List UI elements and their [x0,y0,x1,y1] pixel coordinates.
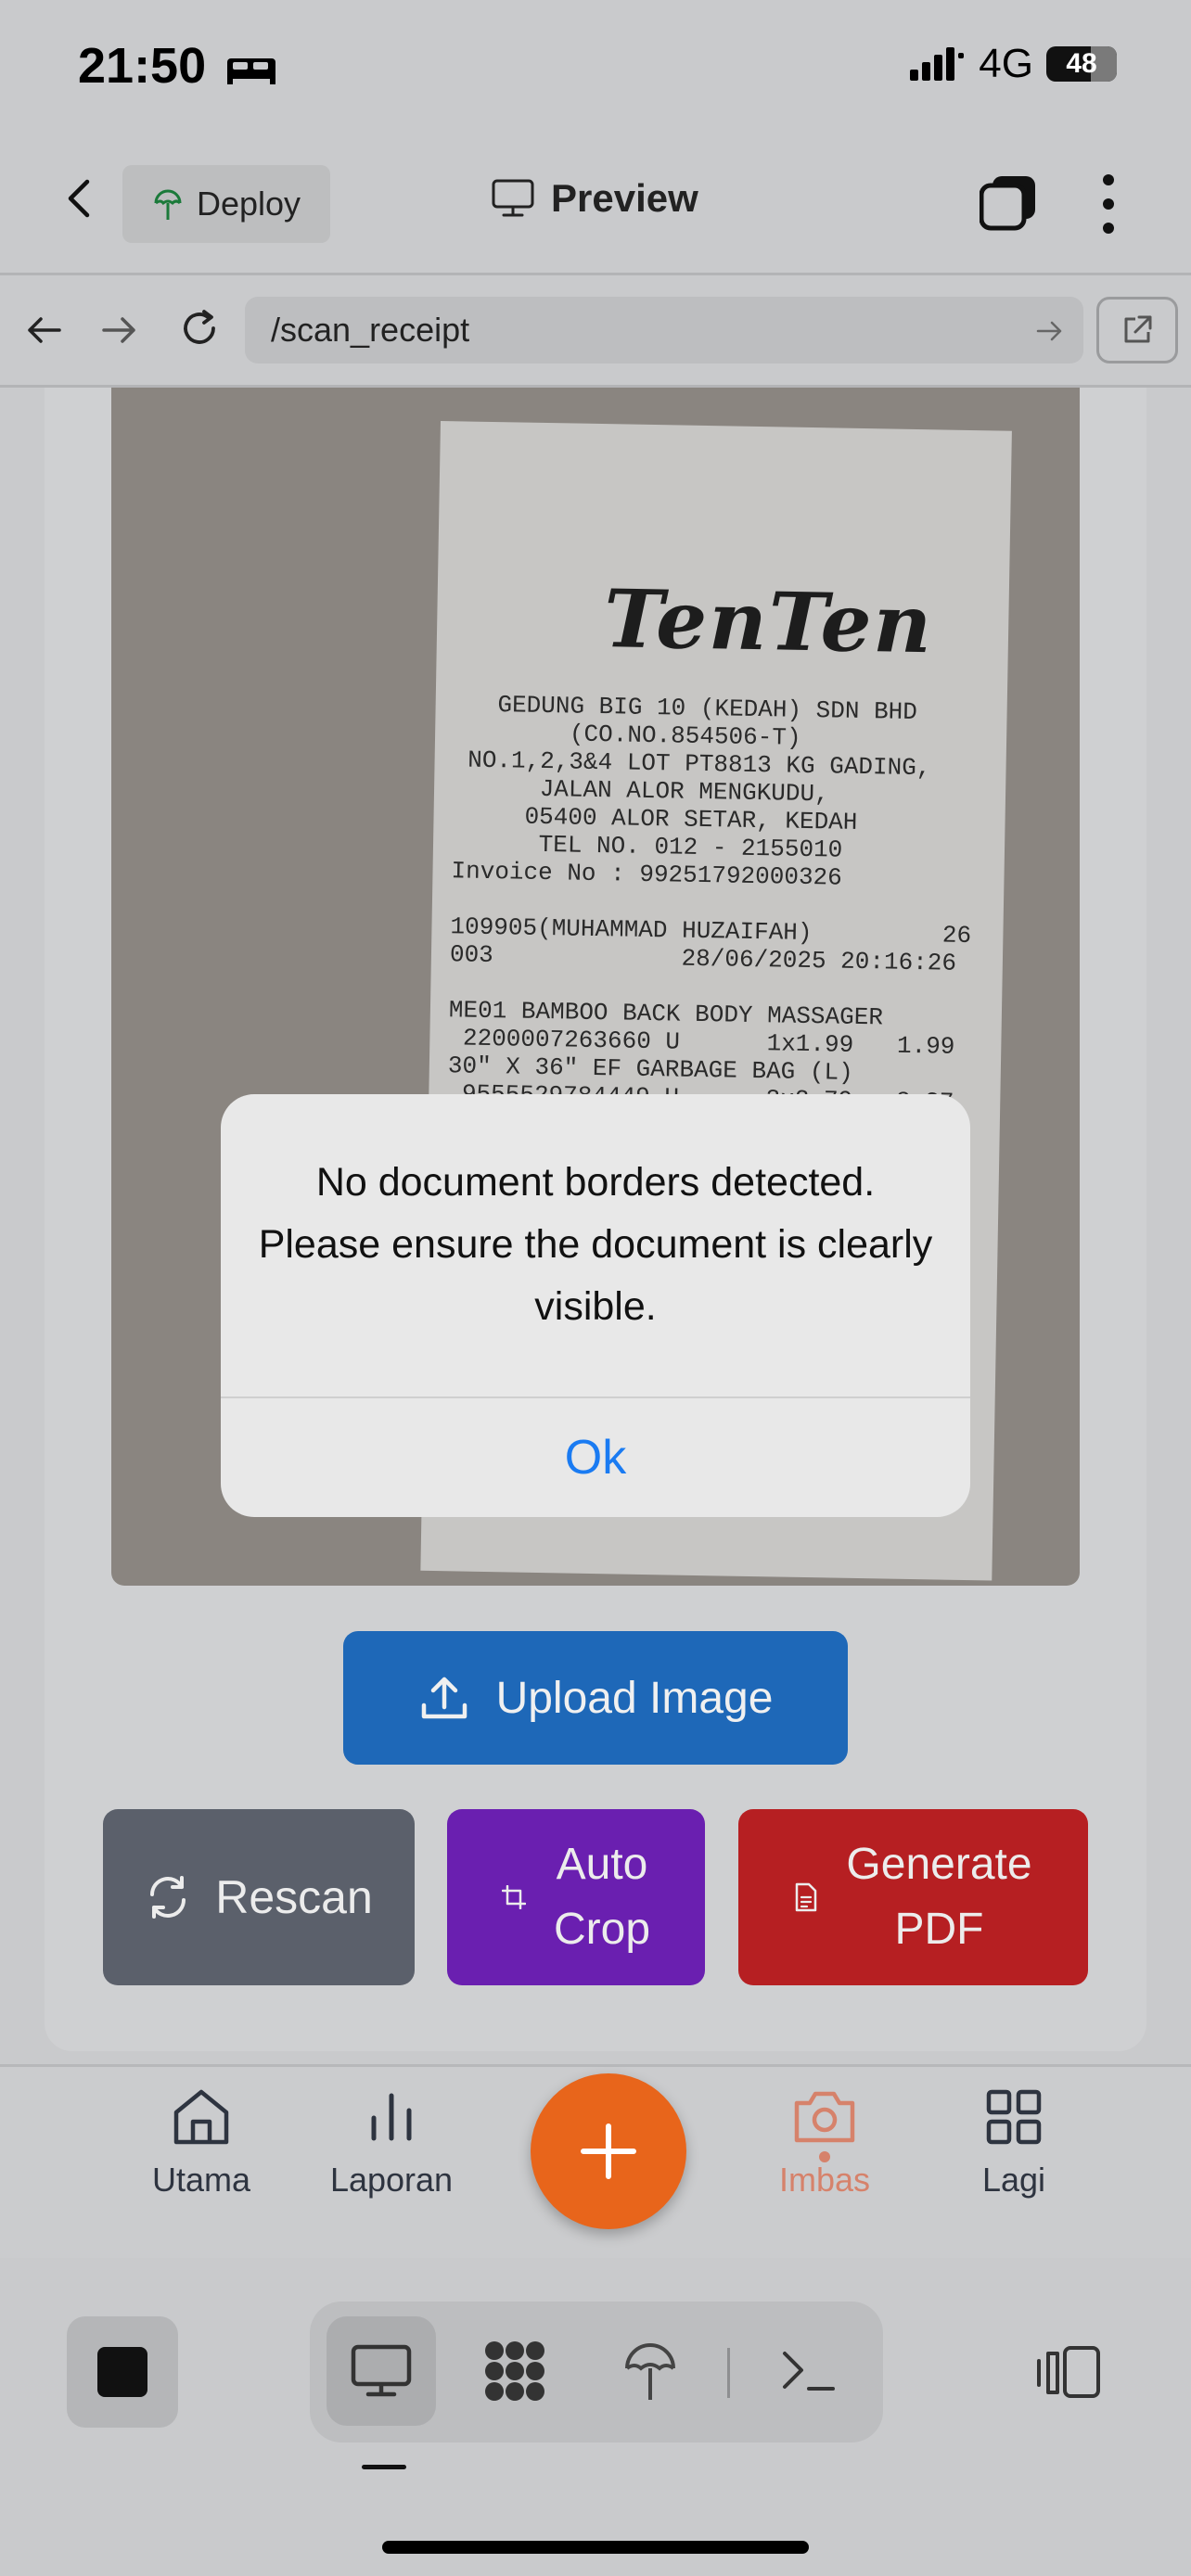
camera-icon [794,2091,855,2143]
receipt-logo: TenTen [603,572,934,672]
sleep-focus-icon [227,57,276,84]
deploy-label: Deploy [197,185,301,223]
dev-view-switcher [310,2302,883,2442]
selected-view-underline [362,2465,406,2469]
home-indicator [382,2541,809,2554]
status-indicators: 4G 48 [910,41,1117,87]
crop-icon [501,1885,526,1909]
upload-image-button[interactable]: Upload Image [343,1631,848,1765]
arrow-left-icon[interactable] [24,310,65,351]
side-panel-icon[interactable] [1035,2344,1102,2400]
url-field[interactable]: /scan_receipt [245,297,1083,363]
more-vertical-icon[interactable] [1095,172,1122,236]
generate-pdf-line1: Generate [846,1840,1032,1889]
back-chevron-icon[interactable] [58,176,102,221]
refresh-icon [150,1876,186,1919]
signal-icon [910,47,965,81]
nav-label-lagi: Lagi [981,2161,1046,2199]
terminal-icon [783,2352,835,2391]
preview-title: Preview [492,176,698,221]
go-arrow-icon[interactable] [1035,317,1063,345]
nav-item-utama[interactable]: Utama [118,2086,285,2200]
monitor-icon [492,179,534,217]
auto-crop-line1: Auto [556,1840,648,1889]
nav-item-imbas[interactable]: Imbas [741,2086,908,2200]
arrow-right-icon[interactable] [98,310,139,351]
nav-label-utama: Utama [151,2161,251,2199]
deploy-icon [154,189,182,220]
add-button[interactable] [531,2073,686,2229]
nav-item-laporan[interactable]: Laporan [308,2086,475,2200]
apps-icon [485,2341,544,2401]
monitor-icon [351,2344,412,2397]
status-time-text: 21:50 [78,38,207,94]
external-link-icon [1124,315,1152,343]
stop-icon [97,2347,147,2397]
nav-item-lagi[interactable]: Lagi [930,2086,1097,2200]
alert-dialog: No document borders detected. Please ens… [221,1094,970,1517]
auto-crop-button[interactable]: Auto Crop [447,1809,705,1985]
nav-label-laporan: Laporan [329,2161,454,2199]
bar-chart-icon [371,2093,412,2141]
preview-title-text: Preview [551,176,698,220]
nav-label-imbas: Imbas [778,2161,871,2199]
auto-crop-label: Auto Crop [554,1832,650,1962]
generate-pdf-line2: PDF [894,1905,984,1954]
open-external-button[interactable] [1096,297,1178,363]
url-path: /scan_receipt [271,311,470,349]
rescan-label: Rescan [215,1871,373,1923]
home-icon [173,2089,229,2145]
deploy-button[interactable]: Deploy [122,165,331,243]
rescan-button[interactable]: Rescan [103,1809,415,1985]
tools-view-button[interactable] [460,2316,570,2426]
dialog-ok-button[interactable]: Ok [221,1398,970,1517]
upload-icon [421,1677,467,1719]
stop-button[interactable] [67,2316,178,2428]
console-view-button[interactable] [753,2316,863,2426]
deploy-view-button[interactable] [596,2316,705,2426]
upload-label: Upload Image [495,1673,774,1723]
battery-icon: 48 [1046,46,1117,82]
plus-icon [581,2123,636,2179]
toolbar-divider [727,2348,730,2398]
network-label: 4G [979,41,1033,86]
document-icon [796,1882,817,1912]
generate-pdf-button[interactable]: Generate PDF [738,1809,1088,1985]
deploy-icon [625,2343,675,2400]
dialog-message: No document borders detected. Please ens… [258,1160,933,1329]
tabs-icon[interactable] [980,174,1037,232]
status-time: 21:50 [78,37,277,95]
generate-pdf-label: Generate PDF [846,1832,1031,1962]
auto-crop-line2: Crop [553,1905,651,1954]
reload-icon[interactable] [176,306,223,352]
grid-icon [986,2089,1042,2145]
preview-view-button[interactable] [327,2316,436,2426]
active-indicator [819,2151,830,2162]
battery-level: 48 [1066,48,1097,79]
